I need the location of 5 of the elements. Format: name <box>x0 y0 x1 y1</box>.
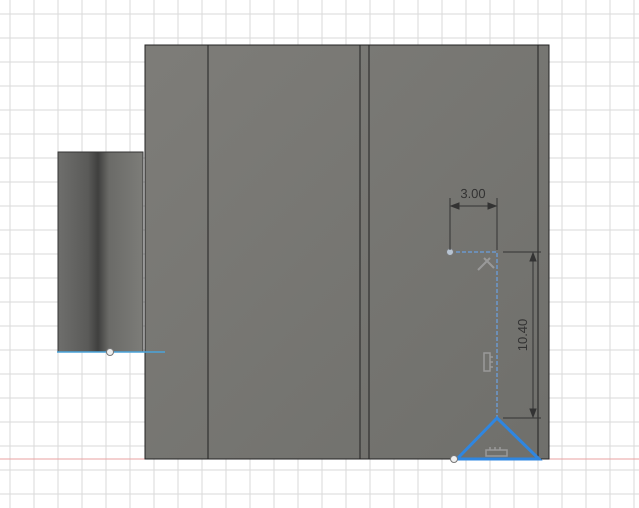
sketch-point[interactable] <box>106 348 114 356</box>
sketch-point[interactable] <box>450 455 458 463</box>
dimension-value: 3.00 <box>460 186 486 201</box>
dimension-line <box>450 198 498 250</box>
dimension-value: 10.40 <box>515 318 530 352</box>
